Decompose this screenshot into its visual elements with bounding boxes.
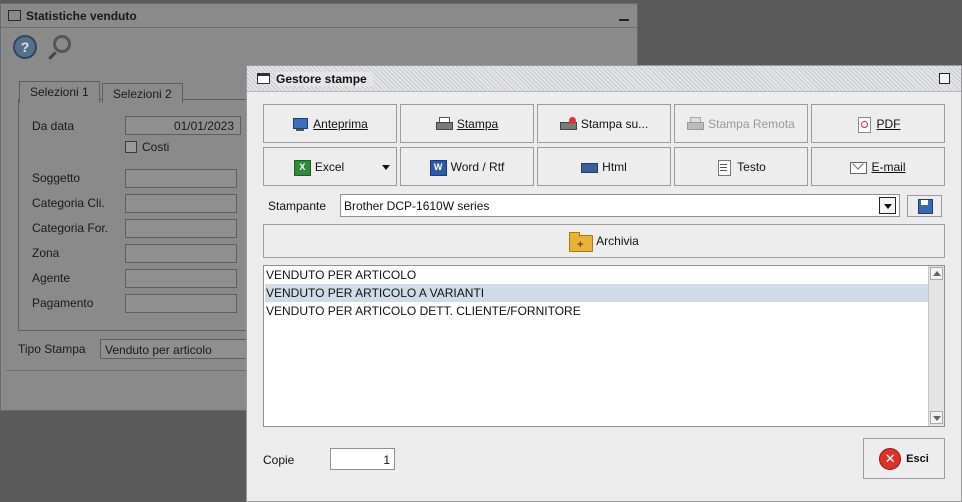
agente-input[interactable] [125,269,237,288]
bg-window-title: Statistiche venduto [26,9,137,23]
list-item[interactable]: VENDUTO PER ARTICOLO [265,266,928,284]
zona-input[interactable] [125,244,237,263]
excel-icon: X [293,159,311,176]
maximize-icon[interactable] [939,73,950,84]
bg-title-bar: Statistiche venduto [1,4,637,28]
html-icon [581,160,599,174]
dropdown-button[interactable] [879,197,896,214]
dialog-title-bar: Gestore stampe [247,66,961,92]
word-icon: W [429,159,447,176]
window-icon [8,10,21,21]
text-button[interactable]: Testo [674,147,808,186]
tab-selezioni-1[interactable]: Selezioni 1 [19,81,100,103]
save-printer-button[interactable] [907,195,942,217]
scroll-down-icon[interactable] [930,411,943,424]
tab-selezioni-2[interactable]: Selezioni 2 [102,83,183,103]
costi-label: Costi [142,140,170,154]
print-button[interactable]: Stampa [400,104,534,143]
categoria-cli-input[interactable] [125,194,237,213]
vertical-scrollbar[interactable] [928,266,944,426]
preview-button[interactable]: Anteprima [263,104,397,143]
printer-select[interactable]: Brother DCP-1610W series [340,194,900,217]
dialog-title: Gestore stampe [276,72,373,86]
field-label-pagamento: Pagamento [32,296,94,310]
word-rtf-button[interactable]: W Word / Rtf [400,147,534,186]
copies-label: Copie [263,453,295,467]
html-button[interactable]: Html [537,147,671,186]
remote-print-button[interactable]: Stampa Remota [674,104,808,143]
pagamento-input[interactable] [125,294,237,313]
report-list[interactable]: VENDUTO PER ARTICOLO VENDUTO PER ARTICOL… [263,265,945,427]
search-icon[interactable] [53,35,71,53]
folder-add-icon: + [569,232,594,252]
printer-icon [435,116,453,131]
categoria-for-input[interactable] [125,219,237,238]
close-icon: ✕ [879,447,902,470]
printer-select-icon [559,116,577,131]
excel-button[interactable]: X Excel [263,147,397,186]
minimize-icon[interactable] [619,19,629,21]
chevron-down-icon [884,204,892,209]
remote-printer-icon [687,116,705,131]
printer-label: Stampante [268,199,327,213]
floppy-disk-icon [917,199,933,214]
field-label-zona: Zona [32,246,60,260]
print-manager-dialog: Gestore stampe Anteprima Stampa Stampa s… [246,65,962,502]
copies-input[interactable]: 1 [330,448,395,470]
monitor-icon [292,117,309,131]
print-to-button[interactable]: Stampa su... [537,104,671,143]
search-handle [48,51,57,60]
field-label-categoria-for: Categoria For. [32,221,109,235]
field-label-soggetto: Soggetto [32,171,81,185]
scroll-up-icon[interactable] [930,267,943,280]
pdf-button[interactable]: PDF [811,104,945,143]
field-label-categoria-cli: Categoria Cli. [32,196,105,210]
envelope-icon [850,157,868,174]
archive-button[interactable]: + Archivia [263,224,945,258]
list-item[interactable]: VENDUTO PER ARTICOLO A VARIANTI [265,284,928,302]
costi-checkbox[interactable] [125,141,137,153]
field-label-da-data: Da data [32,119,75,133]
tipo-stampa-label: Tipo Stampa [18,342,86,356]
email-button[interactable]: E-mail [811,147,945,186]
chevron-down-icon[interactable] [382,165,390,170]
pdf-icon [856,116,872,133]
tipo-stampa-select[interactable]: Venduto per articolo [100,339,250,359]
exit-button[interactable]: ✕ Esci [863,438,945,479]
window-icon [257,73,270,84]
list-item[interactable]: VENDUTO PER ARTICOLO DETT. CLIENTE/FORNI… [265,302,928,320]
da-data-input[interactable]: 01/01/2023 [125,116,241,135]
text-document-icon [716,159,732,176]
soggetto-input[interactable] [125,169,237,188]
field-label-agente: Agente [32,271,71,285]
help-icon[interactable]: ? [13,35,37,59]
